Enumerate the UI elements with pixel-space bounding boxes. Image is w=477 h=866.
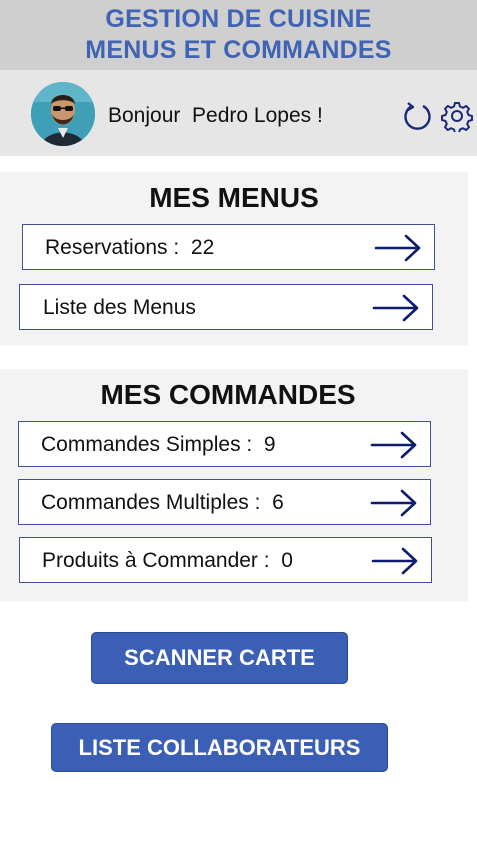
arrow-right-icon bbox=[370, 431, 417, 459]
commandes-title: MES COMMANDES bbox=[100, 379, 356, 410]
commandes-simples-row[interactable]: Commandes Simples : 9 bbox=[18, 421, 431, 467]
liste-menus-row[interactable]: Liste des Menus bbox=[19, 284, 433, 330]
app-title-line-1: GESTION DE CUISINE bbox=[105, 5, 372, 33]
commandes-multiples-label: Commandes Multiples : 6 bbox=[41, 491, 284, 514]
arrow-right-icon bbox=[374, 234, 421, 262]
arrow-right-icon bbox=[372, 294, 419, 322]
app-header: GESTION DE CUISINE MENUS ET COMMANDES bbox=[0, 0, 477, 70]
refresh-icon[interactable] bbox=[401, 100, 433, 132]
produits-commander-row[interactable]: Produits à Commander : 0 bbox=[19, 537, 432, 583]
menus-title: MES MENUS bbox=[149, 182, 319, 213]
produits-commander-label: Produits à Commander : 0 bbox=[42, 549, 293, 572]
reservations-label: Reservations : 22 bbox=[45, 236, 215, 259]
commandes-simples-label: Commandes Simples : 9 bbox=[41, 433, 276, 456]
greeting-text: Bonjour Pedro Lopes ! bbox=[108, 104, 323, 127]
arrow-right-icon bbox=[371, 547, 418, 575]
menus-panel: MES MENUS Reservations : 22 Liste des Me… bbox=[0, 172, 468, 345]
avatar bbox=[31, 82, 95, 146]
arrow-right-icon bbox=[370, 489, 417, 517]
liste-collaborateurs-button[interactable]: LISTE COLLABORATEURS bbox=[51, 723, 388, 772]
app-title-line-2: MENUS ET COMMANDES bbox=[85, 36, 392, 64]
user-bar: Bonjour Pedro Lopes ! bbox=[0, 70, 477, 156]
scanner-carte-button[interactable]: SCANNER CARTE bbox=[91, 632, 348, 684]
liste-menus-label: Liste des Menus bbox=[43, 296, 196, 319]
gear-icon[interactable] bbox=[441, 100, 473, 132]
commandes-multiples-row[interactable]: Commandes Multiples : 6 bbox=[18, 479, 431, 525]
reservations-row[interactable]: Reservations : 22 bbox=[22, 224, 435, 270]
commandes-panel: MES COMMANDES Commandes Simples : 9 Comm… bbox=[0, 369, 468, 601]
